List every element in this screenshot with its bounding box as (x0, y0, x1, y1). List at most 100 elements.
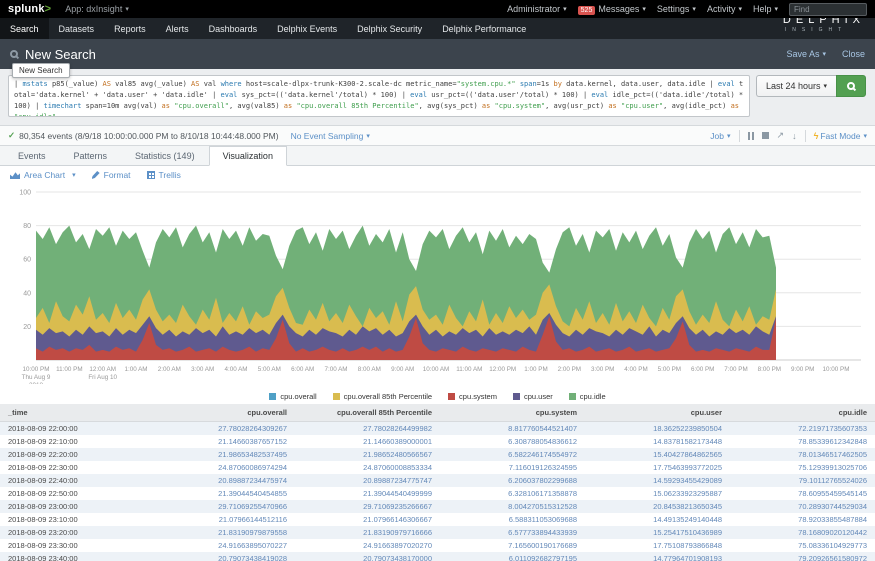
nav-search[interactable]: Search (0, 18, 49, 39)
chart-canvas[interactable]: 2040608010010:00 PM11:00 PM12:00 AM1:00 … (0, 184, 875, 384)
table-cell[interactable]: 15.25417510436989 (585, 526, 730, 539)
share-icon[interactable]: ↗ (777, 130, 785, 141)
search-query-input[interactable]: | mstats p85(_value) AS val85 avg(_value… (8, 75, 750, 117)
legend-item[interactable]: cpu.overall 85th Percentile (333, 392, 432, 401)
table-cell[interactable]: 29.71069255470966 (150, 500, 295, 513)
column-header[interactable]: cpu.user (585, 404, 730, 422)
stop-icon[interactable] (762, 132, 769, 139)
table-cell[interactable]: 2018-08-09 23:10:00 (0, 513, 150, 526)
table-cell[interactable]: 20.89887234775747 (295, 474, 440, 487)
table-cell[interactable]: 21.83190979879558 (150, 526, 295, 539)
table-cell[interactable]: 6.011092682797195 (440, 552, 585, 561)
table-cell[interactable]: 2018-08-09 22:40:00 (0, 474, 150, 487)
format-button[interactable]: Format (92, 170, 131, 180)
run-search-button[interactable] (836, 75, 866, 97)
table-cell[interactable]: 14.83781582173448 (585, 435, 730, 448)
close-button[interactable]: Close (842, 49, 865, 59)
splunk-logo[interactable]: splunk> (8, 3, 51, 15)
legend-item[interactable]: cpu.system (448, 392, 497, 401)
pause-icon[interactable] (748, 132, 754, 140)
table-cell[interactable]: 2018-08-09 22:30:00 (0, 461, 150, 474)
table-cell[interactable]: 24.91663895070227 (150, 539, 295, 552)
table-cell[interactable]: 72.21971735607353 (730, 422, 875, 436)
table-cell[interactable]: 17.75108793866848 (585, 539, 730, 552)
table-cell[interactable]: 21.98652480566567 (295, 448, 440, 461)
table-cell[interactable]: 21.14660389000001 (295, 435, 440, 448)
table-cell[interactable]: 75.12939913025706 (730, 461, 875, 474)
legend-item[interactable]: cpu.idle (569, 392, 606, 401)
table-cell[interactable]: 6.328106171358878 (440, 487, 585, 500)
table-cell[interactable]: 21.98653482537495 (150, 448, 295, 461)
nav-datasets[interactable]: Datasets (49, 18, 105, 39)
column-header[interactable]: _time (0, 404, 150, 422)
column-header[interactable]: cpu.overall (150, 404, 295, 422)
column-header[interactable]: cpu.system (440, 404, 585, 422)
table-cell[interactable]: 78.85339612342848 (730, 435, 875, 448)
help-menu[interactable]: Help (753, 4, 778, 14)
nav-alerts[interactable]: Alerts (156, 18, 199, 39)
area-chart[interactable]: 2040608010010:00 PM11:00 PM12:00 AM1:00 … (0, 184, 875, 404)
event-sampling-menu[interactable]: No Event Sampling (291, 131, 370, 141)
table-cell[interactable]: 20.89887234475974 (150, 474, 295, 487)
table-cell[interactable]: 24.87060008853334 (295, 461, 440, 474)
table-cell[interactable]: 78.16809020120442 (730, 526, 875, 539)
table-cell[interactable]: 78.01346517462505 (730, 448, 875, 461)
user-menu[interactable]: Administrator (507, 4, 567, 14)
table-cell[interactable]: 70.28930744529034 (730, 500, 875, 513)
export-icon[interactable]: ↓ (792, 131, 797, 141)
search-mode-menu[interactable]: ϟFast Mode (814, 131, 867, 141)
table-cell[interactable]: 2018-08-09 23:40:00 (0, 552, 150, 561)
table-cell[interactable]: 27.78028264499982 (295, 422, 440, 436)
tab-statistics[interactable]: Statistics (149) (121, 146, 209, 165)
table-cell[interactable]: 7.116019126324595 (440, 461, 585, 474)
table-cell[interactable]: 6.582246174554972 (440, 448, 585, 461)
save-as-button[interactable]: Save As (786, 49, 826, 59)
table-cell[interactable]: 2018-08-09 23:00:00 (0, 500, 150, 513)
table-cell[interactable]: 2018-08-09 22:50:00 (0, 487, 150, 500)
table-cell[interactable]: 8.004270515312528 (440, 500, 585, 513)
table-cell[interactable]: 2018-08-09 23:30:00 (0, 539, 150, 552)
table-cell[interactable]: 78.60955459545145 (730, 487, 875, 500)
table-cell[interactable]: 7.165600190176689 (440, 539, 585, 552)
table-cell[interactable]: 20.79073438170000 (295, 552, 440, 561)
table-cell[interactable]: 21.39044540454855 (150, 487, 295, 500)
table-cell[interactable]: 21.07966144512116 (150, 513, 295, 526)
settings-menu[interactable]: Settings (657, 4, 696, 14)
table-cell[interactable]: 8.817760544521407 (440, 422, 585, 436)
table-cell[interactable]: 2018-08-09 22:00:00 (0, 422, 150, 436)
legend-item[interactable]: cpu.user (513, 392, 553, 401)
table-cell[interactable]: 15.40427864862565 (585, 448, 730, 461)
table-cell[interactable]: 20.79073438419028 (150, 552, 295, 561)
nav-delphix-performance[interactable]: Delphix Performance (432, 18, 536, 39)
table-cell[interactable]: 6.588311053069688 (440, 513, 585, 526)
table-cell[interactable]: 79.20926561580972 (730, 552, 875, 561)
nav-reports[interactable]: Reports (104, 18, 156, 39)
table-cell[interactable]: 2018-08-09 23:20:00 (0, 526, 150, 539)
table-cell[interactable]: 21.39044540499999 (295, 487, 440, 500)
table-cell[interactable]: 20.84538213650345 (585, 500, 730, 513)
table-cell[interactable]: 6.577733894433939 (440, 526, 585, 539)
nav-dashboards[interactable]: Dashboards (199, 18, 268, 39)
table-cell[interactable]: 2018-08-09 22:10:00 (0, 435, 150, 448)
table-cell[interactable]: 21.83190979716666 (295, 526, 440, 539)
table-cell[interactable]: 14.77964701908193 (585, 552, 730, 561)
legend-item[interactable]: cpu.overall (269, 392, 316, 401)
table-cell[interactable]: 6.206037802299688 (440, 474, 585, 487)
trellis-button[interactable]: Trellis (147, 170, 181, 180)
table-cell[interactable]: 21.07966146306667 (295, 513, 440, 526)
activity-menu[interactable]: Activity (707, 4, 742, 14)
table-cell[interactable]: 29.71069235266667 (295, 500, 440, 513)
table-cell[interactable]: 24.87060086974294 (150, 461, 295, 474)
messages-menu[interactable]: 525Messages (578, 4, 646, 14)
table-cell[interactable]: 15.06233923295887 (585, 487, 730, 500)
column-header[interactable]: cpu.overall 85th Percentile (295, 404, 440, 422)
table-cell[interactable]: 21.14660387657152 (150, 435, 295, 448)
table-cell[interactable]: 24.91663897020270 (295, 539, 440, 552)
tab-patterns[interactable]: Patterns (60, 146, 122, 165)
tab-events[interactable]: Events (4, 146, 60, 165)
table-cell[interactable]: 14.49135249140448 (585, 513, 730, 526)
nav-delphix-security[interactable]: Delphix Security (347, 18, 432, 39)
table-cell[interactable]: 79.10112765524026 (730, 474, 875, 487)
table-cell[interactable]: 75.08336104929773 (730, 539, 875, 552)
chart-type-picker[interactable]: Area Chart (10, 170, 76, 180)
